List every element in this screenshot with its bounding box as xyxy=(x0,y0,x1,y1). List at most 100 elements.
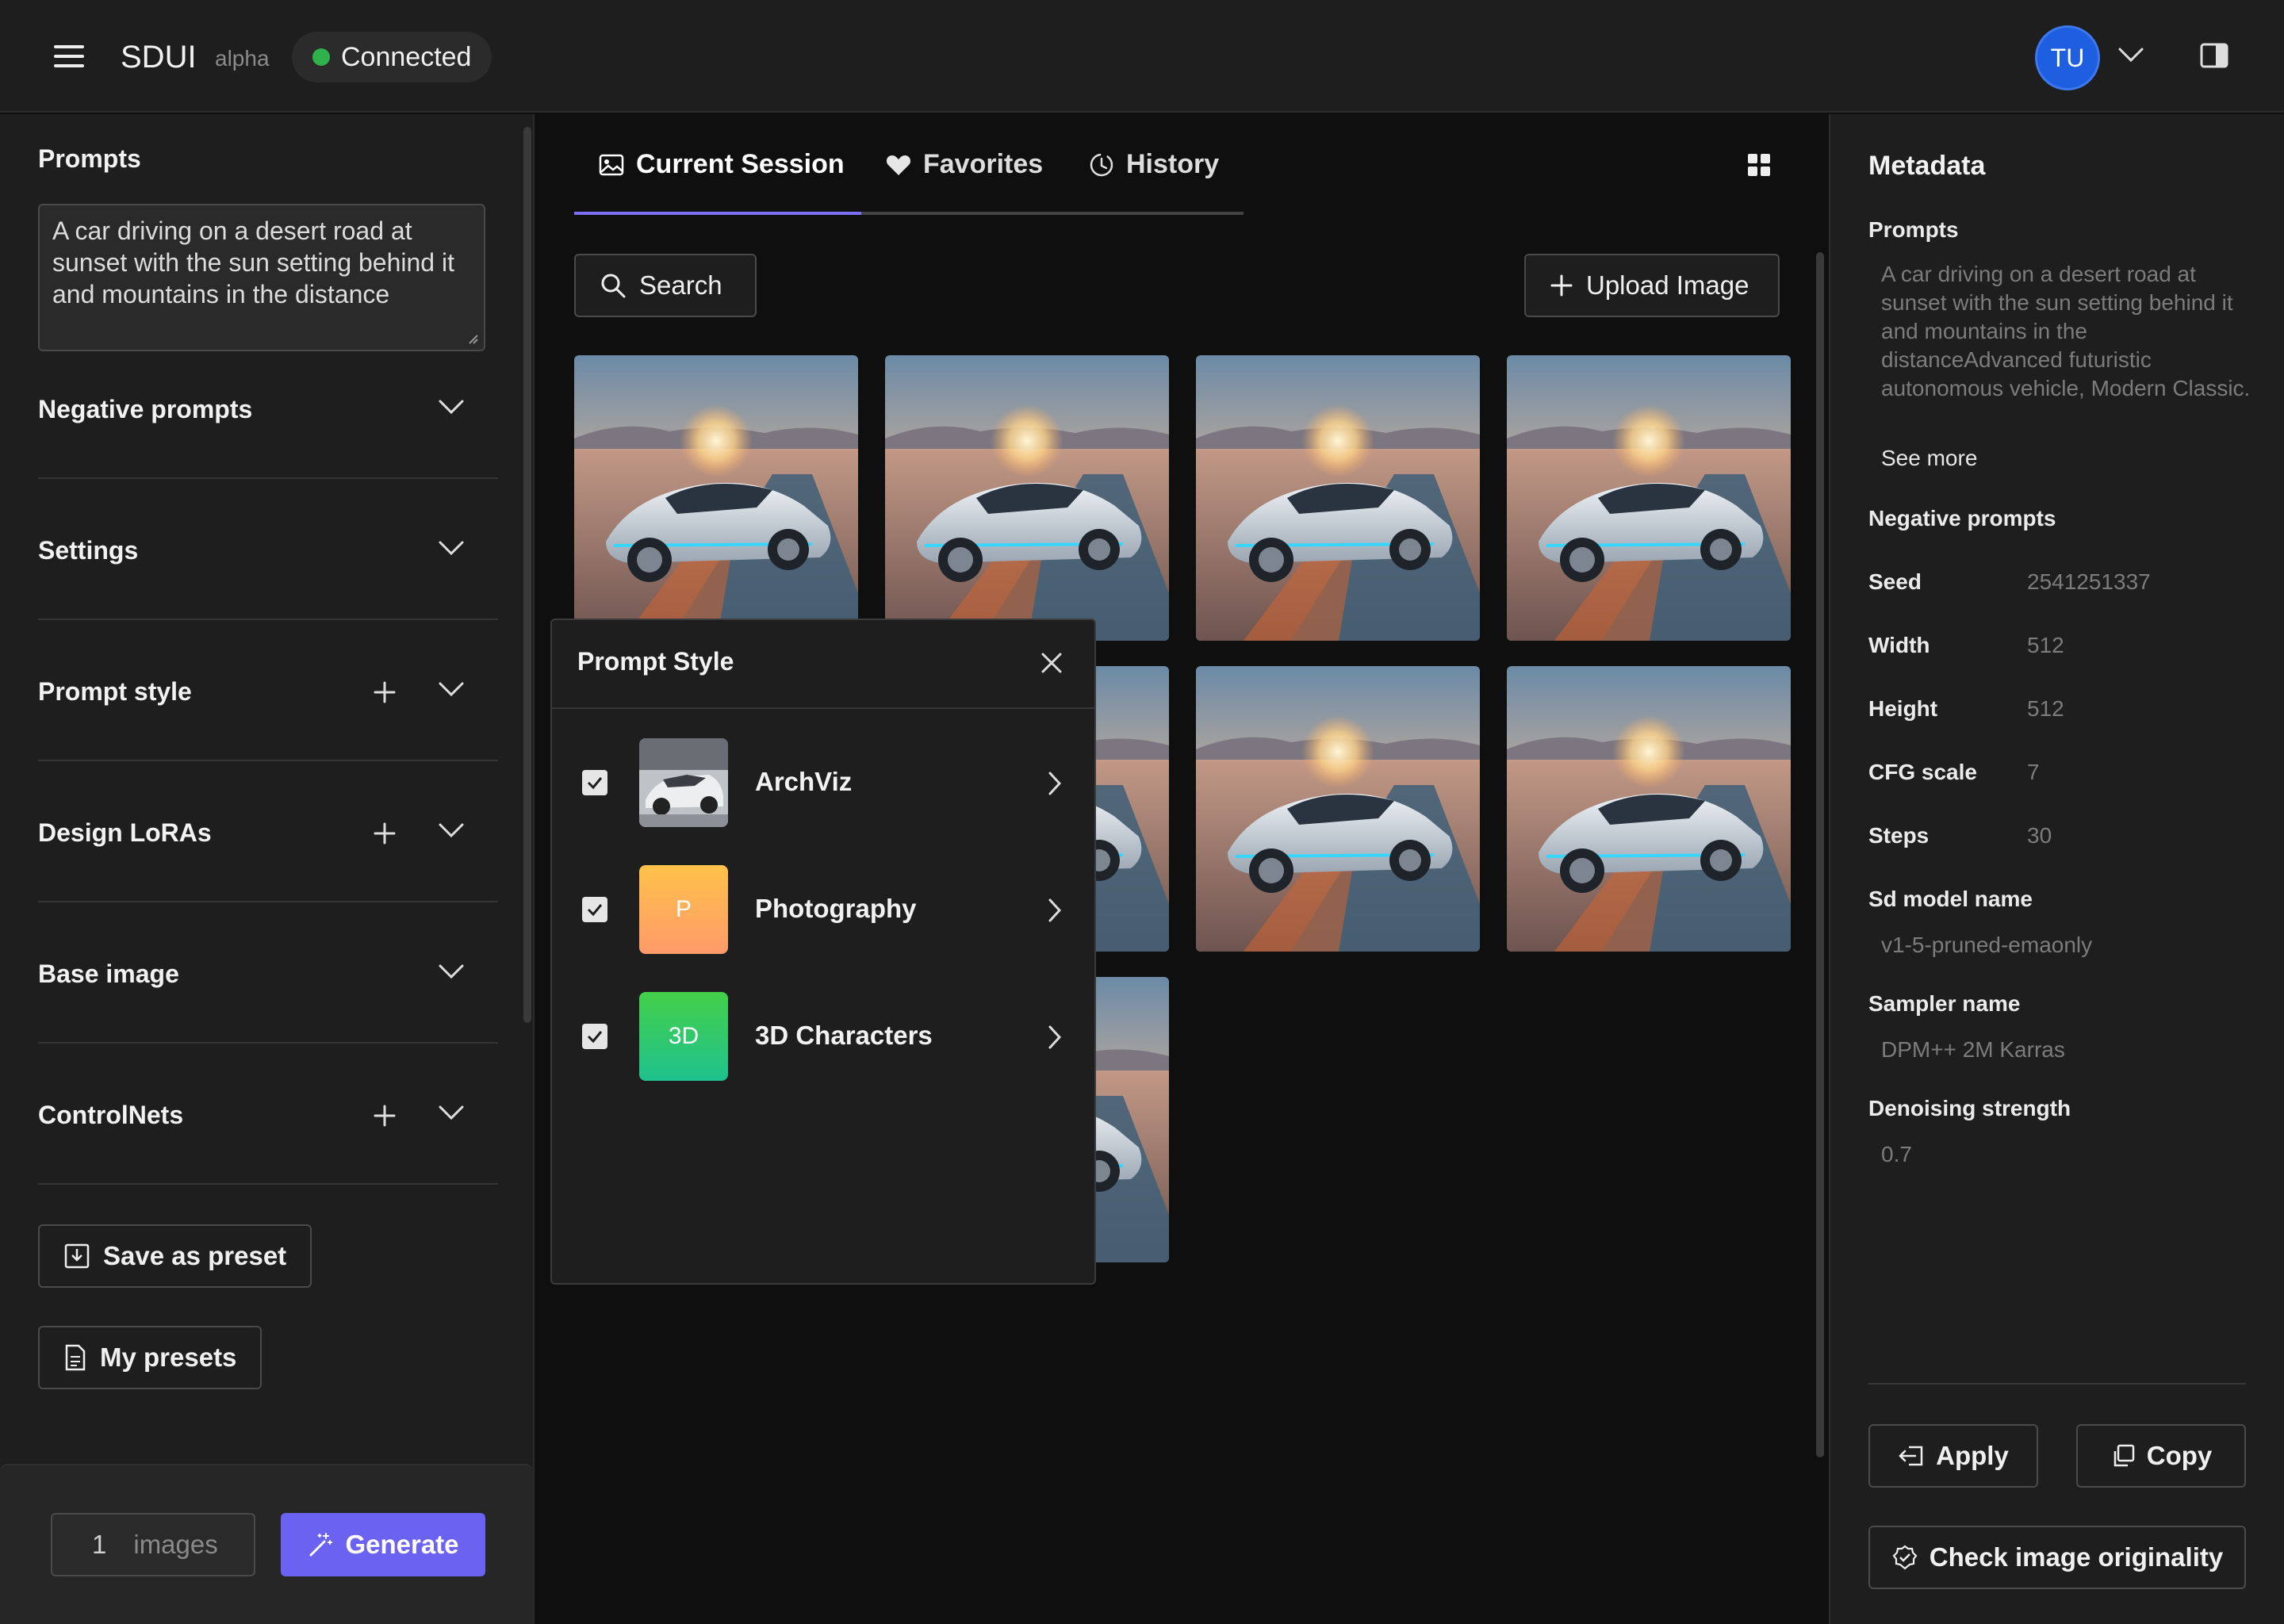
see-more-link[interactable]: See more xyxy=(1881,446,1977,471)
app-title: SDUI xyxy=(121,40,197,75)
generate-button[interactable]: Generate xyxy=(281,1513,485,1576)
metadata-negative-label: Negative prompts xyxy=(1868,506,2056,530)
item-label: Photography xyxy=(755,894,917,923)
chevron-down-icon[interactable] xyxy=(438,539,465,557)
generate-label: Generate xyxy=(345,1530,459,1559)
plus-icon xyxy=(1550,274,1573,297)
gallery-scrollbar[interactable] xyxy=(1816,252,1824,1457)
metadata-cfg-label: CFG scale xyxy=(1868,760,1977,784)
add-icon[interactable] xyxy=(373,1104,397,1128)
generated-image-thumbnail[interactable] xyxy=(1507,355,1791,641)
account-chevron-down-icon[interactable] xyxy=(2117,46,2144,63)
save-as-preset-button[interactable]: Save as preset xyxy=(38,1224,312,1288)
item-label: ArchViz xyxy=(755,767,853,796)
chevron-down-icon[interactable] xyxy=(438,398,465,416)
image-count-input[interactable]: 1 images xyxy=(51,1513,255,1576)
metadata-title: Metadata xyxy=(1868,151,1986,181)
checkbox-checked-icon[interactable] xyxy=(582,770,607,795)
add-icon[interactable] xyxy=(373,822,397,845)
metadata-denoise-label: Denoising strength xyxy=(1868,1096,2071,1120)
apply-label: Apply xyxy=(1936,1441,2009,1470)
popover-title: Prompt Style xyxy=(577,647,734,676)
add-icon[interactable] xyxy=(373,680,397,704)
metadata-steps-value: 30 xyxy=(2027,823,2052,848)
tab-current-session[interactable]: Current Session xyxy=(598,149,845,180)
section-settings[interactable]: Settings xyxy=(38,479,498,620)
photography-swatch: P xyxy=(639,865,728,954)
prompt-style-item-archviz[interactable]: ArchViz xyxy=(552,731,1094,834)
copy-label: Copy xyxy=(2146,1441,2213,1470)
section-negative-prompts[interactable]: Negative prompts xyxy=(38,338,498,479)
alpha-badge: alpha xyxy=(215,46,270,71)
metadata-width-value: 512 xyxy=(2027,633,2064,657)
image-count-unit: images xyxy=(133,1530,218,1559)
history-icon xyxy=(1090,153,1113,176)
section-prompt-style[interactable]: Prompt style xyxy=(38,620,498,761)
document-icon xyxy=(65,1344,86,1371)
chevron-right-icon[interactable] xyxy=(1047,771,1063,796)
user-avatar[interactable]: TU xyxy=(2035,25,2100,90)
check-originality-label: Check image originality xyxy=(1929,1542,2224,1572)
metadata-seed-label: Seed xyxy=(1868,569,1922,594)
chevron-down-icon[interactable] xyxy=(438,963,465,980)
connection-status-pill: Connected xyxy=(292,32,492,82)
my-presets-button[interactable]: My presets xyxy=(38,1326,263,1389)
chevron-right-icon[interactable] xyxy=(1047,898,1063,923)
apply-button[interactable]: Apply xyxy=(1868,1424,2038,1488)
chevron-down-icon[interactable] xyxy=(438,680,465,698)
3d-characters-swatch: 3D xyxy=(639,992,728,1081)
generated-image-thumbnail[interactable] xyxy=(1196,666,1480,952)
section-label: Prompt style xyxy=(38,677,192,706)
metadata-divider xyxy=(1868,1383,2246,1385)
metadata-sd-model-value: v1-5-pruned-emaonly xyxy=(1881,933,2093,957)
section-base-image[interactable]: Base image xyxy=(38,902,498,1044)
section-controlnets[interactable]: ControlNets xyxy=(38,1044,498,1185)
magic-wand-icon xyxy=(309,1533,333,1557)
metadata-sd-model-label: Sd model name xyxy=(1868,887,2033,911)
copy-icon xyxy=(2113,1444,2134,1467)
badge-check-icon xyxy=(1892,1545,1918,1570)
section-label: Negative prompts xyxy=(38,395,253,423)
active-tab-indicator xyxy=(574,212,861,215)
close-icon[interactable] xyxy=(1040,652,1063,674)
checkbox-checked-icon[interactable] xyxy=(582,897,607,922)
grid-view-icon[interactable] xyxy=(1746,152,1772,178)
archviz-thumbnail xyxy=(639,738,728,827)
tab-history[interactable]: History xyxy=(1088,149,1219,180)
metadata-sampler-label: Sampler name xyxy=(1868,991,2021,1016)
metadata-sampler-value: DPM++ 2M Karras xyxy=(1881,1037,2065,1062)
prompts-title: Prompts xyxy=(38,144,141,173)
tab-label: History xyxy=(1126,149,1220,179)
checkbox-checked-icon[interactable] xyxy=(582,1024,607,1049)
metadata-width-label: Width xyxy=(1868,633,1930,657)
prompt-style-item-photography[interactable]: P Photography xyxy=(552,858,1094,961)
metadata-denoise-value: 0.7 xyxy=(1881,1142,1912,1166)
metadata-height-value: 512 xyxy=(2027,696,2064,721)
left-scrollbar[interactable] xyxy=(523,127,531,1023)
generated-image-thumbnail[interactable] xyxy=(1196,355,1480,641)
generated-image-thumbnail[interactable] xyxy=(574,355,858,641)
section-label: ControlNets xyxy=(38,1101,184,1129)
chevron-right-icon[interactable] xyxy=(1047,1025,1063,1050)
copy-button[interactable]: Copy xyxy=(2076,1424,2246,1488)
hamburger-menu-icon[interactable] xyxy=(54,44,84,68)
metadata-seed-value: 2541251337 xyxy=(2027,569,2151,594)
toggle-panel-icon[interactable] xyxy=(2200,43,2228,68)
tab-label: Current Session xyxy=(636,149,845,179)
search-icon xyxy=(601,274,626,298)
check-originality-button[interactable]: Check image originality xyxy=(1868,1526,2246,1589)
generated-image-thumbnail[interactable] xyxy=(885,355,1169,641)
apply-icon xyxy=(1899,1446,1923,1466)
search-button[interactable]: Search xyxy=(574,254,757,317)
chevron-down-icon[interactable] xyxy=(438,822,465,839)
section-design-loras[interactable]: Design LoRAs xyxy=(38,761,498,902)
prompt-style-item-3d-characters[interactable]: 3D 3D Characters xyxy=(552,985,1094,1088)
image-count-value: 1 xyxy=(92,1530,107,1559)
upload-image-button[interactable]: Upload Image xyxy=(1524,254,1780,317)
tab-favorites[interactable]: Favorites xyxy=(885,149,1043,180)
generated-image-thumbnail[interactable] xyxy=(1507,666,1791,952)
chevron-down-icon[interactable] xyxy=(438,1104,465,1121)
my-presets-label: My presets xyxy=(100,1342,237,1372)
prompt-textarea[interactable]: A car driving on a desert road at sunset… xyxy=(38,204,485,351)
prompt-style-popover: Prompt Style ArchViz P Photography 3D 3D… xyxy=(550,619,1096,1285)
